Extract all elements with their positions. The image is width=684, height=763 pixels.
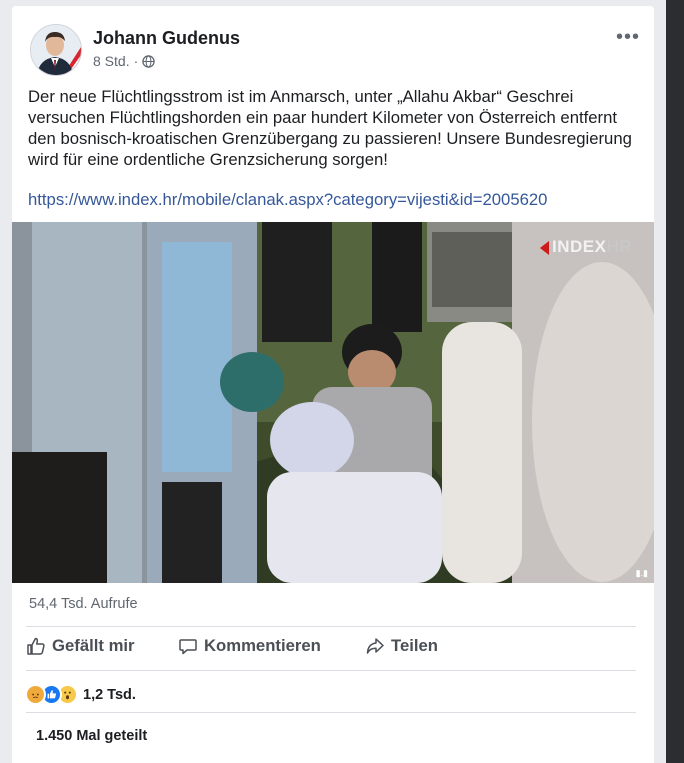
profile-picture [31,25,81,75]
post-text: Der neue Flüchtlingsstrom ist im Anmarsc… [28,87,632,169]
divider [26,670,636,671]
separator-dot: · [133,53,139,69]
more-options-icon[interactable]: ••• [616,26,640,49]
like-label: Gefällt mir [52,636,135,655]
reaction-summary[interactable]: 1,2 Tsd. [25,684,136,705]
share-icon [366,638,384,654]
divider [26,626,636,627]
like-button[interactable]: Gefällt mir [26,636,135,656]
share-button[interactable]: Teilen [365,636,438,656]
angry-reaction-icon [25,684,46,705]
action-bar: Gefällt mir Kommentieren Teilen [12,632,654,664]
post-meta: 8 Std. · [93,53,155,69]
view-count: 54,4 Tsd. Aufrufe [29,596,138,612]
index-logo-icon [539,240,549,255]
divider [26,712,636,713]
post-time[interactable]: 8 Std. [93,53,130,69]
globe-icon[interactable] [142,54,155,68]
reaction-count[interactable]: 1,2 Tsd. [83,687,136,703]
avatar[interactable] [30,24,82,76]
post-link[interactable]: https://www.index.hr/mobile/clanak.aspx?… [28,190,547,210]
thumbs-up-icon [27,637,45,655]
video-frame [12,222,654,583]
comment-label: Kommentieren [204,636,321,655]
window-edge [666,0,684,763]
share-count[interactable]: 1.450 Mal geteilt [36,728,147,744]
video-player[interactable]: INDEXHR ▮.▮ [12,222,654,583]
video-settings-icon[interactable]: ▮.▮ [636,568,648,579]
share-label: Teilen [391,636,438,655]
author-name[interactable]: Johann Gudenus [93,28,240,49]
video-watermark: INDEXHR [539,237,632,257]
post-card: Johann Gudenus 8 Std. · ••• Der neue Flü… [12,6,654,763]
comment-icon [179,639,197,655]
comment-button[interactable]: Kommentieren [178,636,321,656]
